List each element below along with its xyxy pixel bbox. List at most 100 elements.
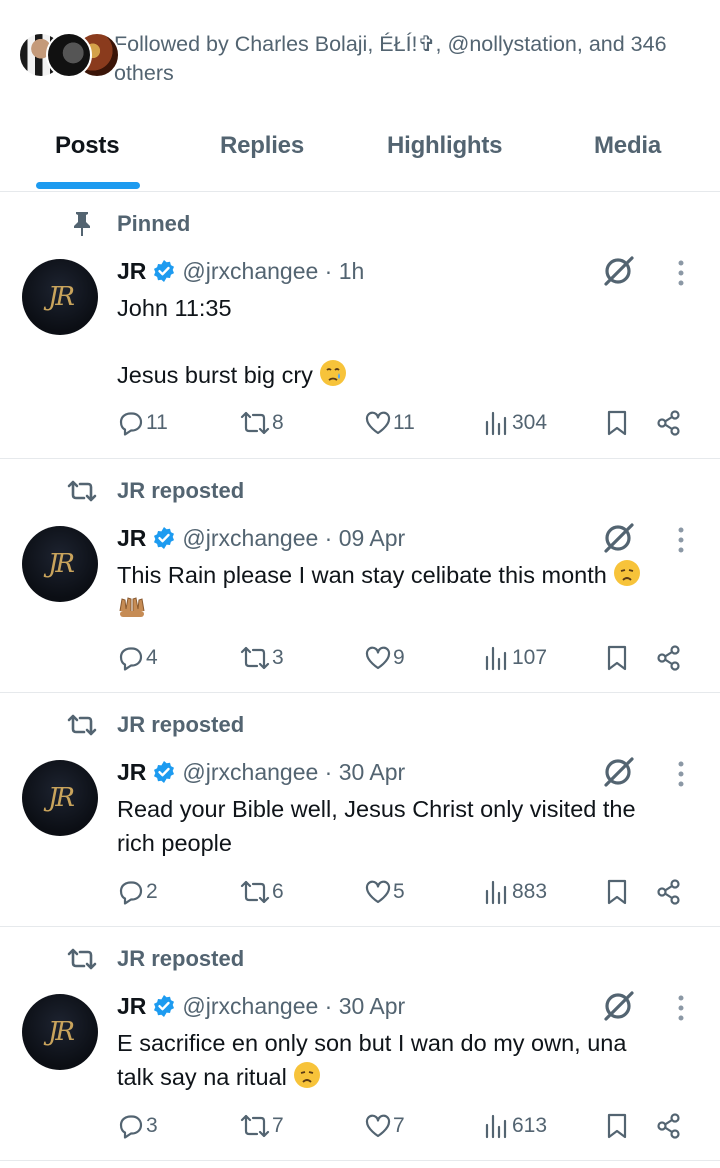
- like-button[interactable]: 11: [364, 405, 415, 441]
- post[interactable]: JR reposted JR JR @jrxchangee · 30 Apr R…: [0, 693, 720, 927]
- post-header: JR @jrxchangee · 30 Apr: [117, 757, 405, 787]
- repost-button[interactable]: 3: [239, 640, 284, 676]
- followed-by-text: Followed by Charles Bolaji, ÉŁÍ!✞, @noll…: [114, 32, 667, 85]
- post-text-line: E sacrifice en only son but I wan do my …: [117, 1030, 627, 1056]
- grok-icon[interactable]: [600, 519, 638, 557]
- post-text-line: Jesus burst big cry: [117, 359, 697, 393]
- bookmark-button[interactable]: [605, 874, 629, 910]
- views-count: 613: [512, 1114, 548, 1137]
- views-icon: [485, 411, 507, 436]
- views-icon: [485, 646, 507, 671]
- avatar[interactable]: JR: [22, 259, 98, 335]
- post-text-line: rich people: [117, 829, 232, 856]
- context-label: JR reposted: [117, 946, 245, 971]
- avatar-text: JR: [48, 282, 75, 312]
- tab-media[interactable]: Media: [594, 132, 661, 160]
- context-label: Pinned: [117, 211, 191, 236]
- tab-posts[interactable]: Posts: [55, 132, 120, 160]
- bookmark-icon: [607, 879, 627, 905]
- repost-button[interactable]: 7: [239, 1108, 284, 1144]
- bookmark-button[interactable]: [605, 405, 629, 441]
- author-name[interactable]: JR: [117, 993, 146, 1020]
- bookmark-icon: [607, 645, 627, 671]
- reply-count: 2: [146, 880, 158, 903]
- repost-count: 6: [272, 880, 284, 903]
- views-count: 107: [512, 646, 548, 669]
- repost-icon: [62, 944, 102, 974]
- share-button[interactable]: [655, 1108, 683, 1144]
- post[interactable]: JR reposted JR JR @jrxchangee · 09 Apr T…: [0, 459, 720, 693]
- follower-avatars: [18, 32, 120, 80]
- avatar: [46, 32, 92, 78]
- more-options-icon[interactable]: [668, 755, 694, 793]
- views-count: 304: [512, 411, 548, 434]
- post-text-line: talk say na ritual: [117, 1061, 697, 1095]
- active-tab-indicator: [36, 182, 140, 189]
- heart-icon: [365, 411, 391, 435]
- more-options-icon[interactable]: [668, 254, 694, 292]
- author-handle-time[interactable]: @jrxchangee · 30 Apr: [182, 993, 405, 1020]
- grok-icon[interactable]: [600, 753, 638, 791]
- author-handle-time[interactable]: @jrxchangee · 09 Apr: [182, 525, 405, 552]
- share-icon: [657, 879, 680, 905]
- reply-icon: [119, 1115, 143, 1139]
- share-button[interactable]: [655, 405, 683, 441]
- heart-icon: [365, 880, 391, 904]
- avatar[interactable]: JR: [22, 994, 98, 1070]
- profile-tabs: Posts Replies Highlights Media: [0, 110, 720, 192]
- avatar[interactable]: JR: [22, 526, 98, 602]
- share-icon: [657, 1113, 680, 1139]
- repost-button[interactable]: 8: [239, 405, 284, 441]
- views-button[interactable]: 883: [484, 874, 547, 910]
- grok-icon[interactable]: [600, 987, 638, 1025]
- views-icon: [485, 1114, 507, 1139]
- tab-replies[interactable]: Replies: [220, 132, 304, 160]
- tired-face-emoji: [613, 559, 641, 587]
- context-label: JR reposted: [117, 712, 245, 737]
- share-button[interactable]: [655, 640, 683, 676]
- bookmark-icon: [607, 410, 627, 436]
- avatar[interactable]: JR: [22, 760, 98, 836]
- views-button[interactable]: 107: [484, 640, 547, 676]
- tab-highlights[interactable]: Highlights: [387, 132, 503, 160]
- author-name[interactable]: JR: [117, 525, 146, 552]
- author-name[interactable]: JR: [117, 759, 146, 786]
- like-count: 5: [393, 880, 405, 903]
- reply-button[interactable]: 11: [117, 405, 168, 441]
- grok-icon[interactable]: [600, 252, 638, 290]
- bookmark-button[interactable]: [605, 640, 629, 676]
- author-handle-time[interactable]: @jrxchangee · 1h: [182, 258, 364, 285]
- like-button[interactable]: 7: [364, 1108, 405, 1144]
- views-button[interactable]: 304: [484, 405, 547, 441]
- post-text-line: This Rain please I wan stay celibate thi…: [117, 559, 697, 593]
- reply-button[interactable]: 4: [117, 640, 158, 676]
- like-button[interactable]: 9: [364, 640, 405, 676]
- views-button[interactable]: 613: [484, 1108, 547, 1144]
- post-actions: 11 8 11 304: [117, 405, 697, 441]
- author-handle-time[interactable]: @jrxchangee · 30 Apr: [182, 759, 405, 786]
- post[interactable]: JR reposted JR JR @jrxchangee · 30 Apr E…: [0, 927, 720, 1161]
- repost-count: 7: [272, 1114, 284, 1137]
- reply-icon: [119, 881, 143, 905]
- followed-by-row[interactable]: Followed by Charles Bolaji, ÉŁÍ!✞, @noll…: [0, 0, 720, 110]
- avatar-text: JR: [48, 549, 75, 579]
- reply-button[interactable]: 2: [117, 874, 158, 910]
- bookmark-button[interactable]: [605, 1108, 629, 1144]
- like-button[interactable]: 5: [364, 874, 405, 910]
- post-actions: 4 3 9 107: [117, 640, 697, 676]
- palms-up-emoji: [117, 593, 147, 621]
- repost-icon: [62, 710, 102, 740]
- post[interactable]: Pinned JR JR @jrxchangee · 1h John 11:35…: [0, 192, 720, 459]
- reply-count: 4: [146, 646, 158, 669]
- more-options-icon[interactable]: [668, 989, 694, 1027]
- share-button[interactable]: [655, 874, 683, 910]
- repost-button[interactable]: 6: [239, 874, 284, 910]
- more-options-icon[interactable]: [668, 521, 694, 559]
- repost-count: 8: [272, 411, 284, 434]
- post-text: Read your Bible well, Jesus Christ only …: [117, 793, 697, 860]
- repost-icon: [240, 1114, 270, 1138]
- reply-button[interactable]: 3: [117, 1108, 158, 1144]
- author-name[interactable]: JR: [117, 258, 146, 285]
- views-icon: [485, 880, 507, 905]
- heart-icon: [365, 1114, 391, 1138]
